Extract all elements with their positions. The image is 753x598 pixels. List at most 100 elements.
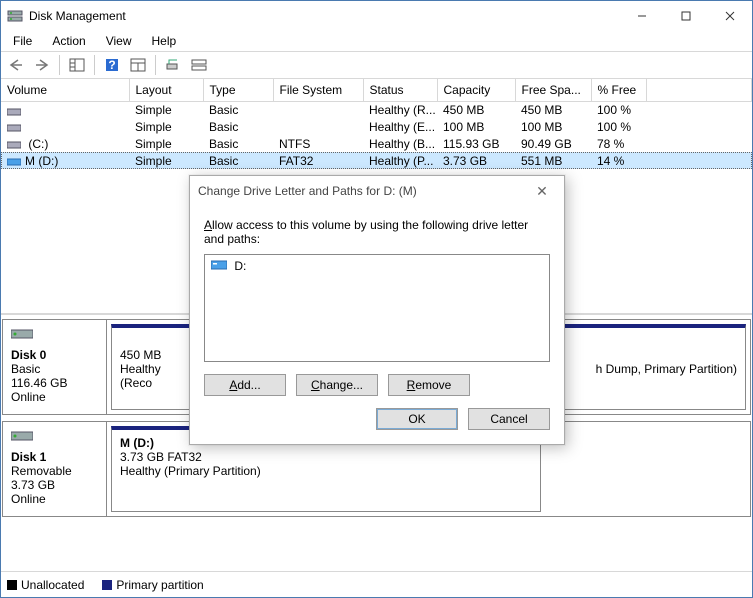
cell-layout: Simple (129, 135, 203, 152)
volume-icon (7, 156, 21, 166)
settings-button[interactable] (162, 54, 184, 76)
disk-type: Basic (11, 362, 98, 376)
legend: Unallocated Primary partition (1, 571, 752, 597)
cell-layout: Simple (129, 118, 203, 135)
list-button[interactable] (188, 54, 210, 76)
cell-fs: NTFS (273, 135, 363, 152)
cell-free: 100 MB (515, 118, 591, 135)
show-hide-pane-button[interactable] (66, 54, 88, 76)
separator (59, 55, 60, 75)
menu-action[interactable]: Action (44, 32, 93, 50)
table-header-row: Volume Layout Type File System Status Ca… (1, 79, 752, 101)
menu-help[interactable]: Help (144, 32, 185, 50)
disk-type: Removable (11, 464, 98, 478)
disk-header-1[interactable]: Disk 1 Removable 3.73 GB Online (3, 422, 107, 516)
cell-pct: 78 % (591, 135, 646, 152)
list-item[interactable]: D: (211, 259, 543, 274)
disk-status: Online (11, 492, 98, 506)
col-capacity[interactable]: Capacity (437, 79, 515, 101)
disk-name: Disk 0 (11, 348, 98, 362)
disk-icon (11, 326, 33, 344)
main-window: Disk Management File Action View Help ? … (0, 0, 753, 598)
cell-free: 450 MB (515, 101, 591, 118)
menubar: File Action View Help (1, 31, 752, 51)
swatch-icon (102, 580, 112, 590)
cell-type: Basic (203, 118, 273, 135)
disk-header-0[interactable]: Disk 0 Basic 116.46 GB Online (3, 320, 107, 414)
cell-layout: Simple (129, 101, 203, 118)
ok-button[interactable]: OK (376, 408, 458, 430)
disk-size: 116.46 GB (11, 376, 98, 390)
separator (155, 55, 156, 75)
table-row[interactable]: Simple Basic Healthy (E... 100 MB 100 MB… (1, 118, 752, 135)
volume-icon (7, 106, 21, 116)
partition-status: Healthy (Reco (120, 362, 182, 390)
cell-layout: Simple (129, 152, 203, 169)
table-row[interactable]: Simple Basic Healthy (R... 450 MB 450 MB… (1, 101, 752, 118)
dialog-titlebar: Change Drive Letter and Paths for D: (M)… (190, 176, 564, 206)
cell-status: Healthy (E... (363, 118, 437, 135)
cell-volume: (C:) (25, 137, 48, 151)
cell-pct: 100 % (591, 101, 646, 118)
cell-type: Basic (203, 152, 273, 169)
legend-unallocated: Unallocated (7, 578, 84, 592)
separator (94, 55, 95, 75)
menu-file[interactable]: File (5, 32, 40, 50)
cell-status: Healthy (R... (363, 101, 437, 118)
cell-type: Basic (203, 135, 273, 152)
cell-fs (273, 118, 363, 135)
partition[interactable]: 450 MB Healthy (Reco (111, 324, 191, 410)
swatch-icon (7, 580, 17, 590)
col-pctfree[interactable]: % Free (591, 79, 646, 101)
cell-volume: M (D:) (25, 154, 58, 168)
svg-text:?: ? (108, 58, 115, 72)
disk-size: 3.73 GB (11, 478, 98, 492)
cell-type: Basic (203, 101, 273, 118)
maximize-button[interactable] (664, 2, 708, 30)
disk-icon (11, 428, 33, 446)
cell-capacity: 3.73 GB (437, 152, 515, 169)
dialog-close-button[interactable]: ✕ (528, 183, 556, 200)
cell-fs: FAT32 (273, 152, 363, 169)
cell-fs (273, 101, 363, 118)
col-freespace[interactable]: Free Spa... (515, 79, 591, 101)
legend-primary: Primary partition (102, 578, 203, 592)
col-status[interactable]: Status (363, 79, 437, 101)
app-icon (7, 8, 23, 24)
dialog-title: Change Drive Letter and Paths for D: (M) (198, 184, 417, 198)
partition-size: 450 MB (120, 348, 182, 362)
refresh-button[interactable] (127, 54, 149, 76)
disk-name: Disk 1 (11, 450, 98, 464)
close-button[interactable] (708, 2, 752, 30)
cancel-button[interactable]: Cancel (468, 408, 550, 430)
list-item-label: D: (234, 259, 246, 273)
drive-paths-listbox[interactable]: D: (204, 254, 550, 362)
remove-button[interactable]: Remove (388, 374, 470, 396)
col-layout[interactable]: Layout (129, 79, 203, 101)
add-button[interactable]: Add... (204, 374, 286, 396)
partition-sizefs: 3.73 GB FAT32 (120, 450, 532, 464)
cell-free: 551 MB (515, 152, 591, 169)
cell-pct: 14 % (591, 152, 646, 169)
toolbar: ? (1, 51, 752, 79)
back-button[interactable] (5, 54, 27, 76)
change-button[interactable]: Change... (296, 374, 378, 396)
cell-capacity: 450 MB (437, 101, 515, 118)
volume-icon (7, 139, 21, 149)
partition-status: Healthy (Primary Partition) (120, 464, 532, 478)
window-title: Disk Management (29, 9, 620, 23)
forward-button[interactable] (31, 54, 53, 76)
cell-status: Healthy (B... (363, 135, 437, 152)
help-button[interactable]: ? (101, 54, 123, 76)
dialog-instruction: AAllow access to this volume by using th… (204, 218, 550, 246)
table-row[interactable]: M (D:) Simple Basic FAT32 Healthy (P... … (1, 152, 752, 169)
drive-icon (211, 259, 227, 274)
col-type[interactable]: Type (203, 79, 273, 101)
col-volume[interactable]: Volume (1, 79, 129, 101)
cell-capacity: 115.93 GB (437, 135, 515, 152)
col-filesystem[interactable]: File System (273, 79, 363, 101)
table-row[interactable]: (C:) Simple Basic NTFS Healthy (B... 115… (1, 135, 752, 152)
menu-view[interactable]: View (98, 32, 140, 50)
cell-pct: 100 % (591, 118, 646, 135)
minimize-button[interactable] (620, 2, 664, 30)
